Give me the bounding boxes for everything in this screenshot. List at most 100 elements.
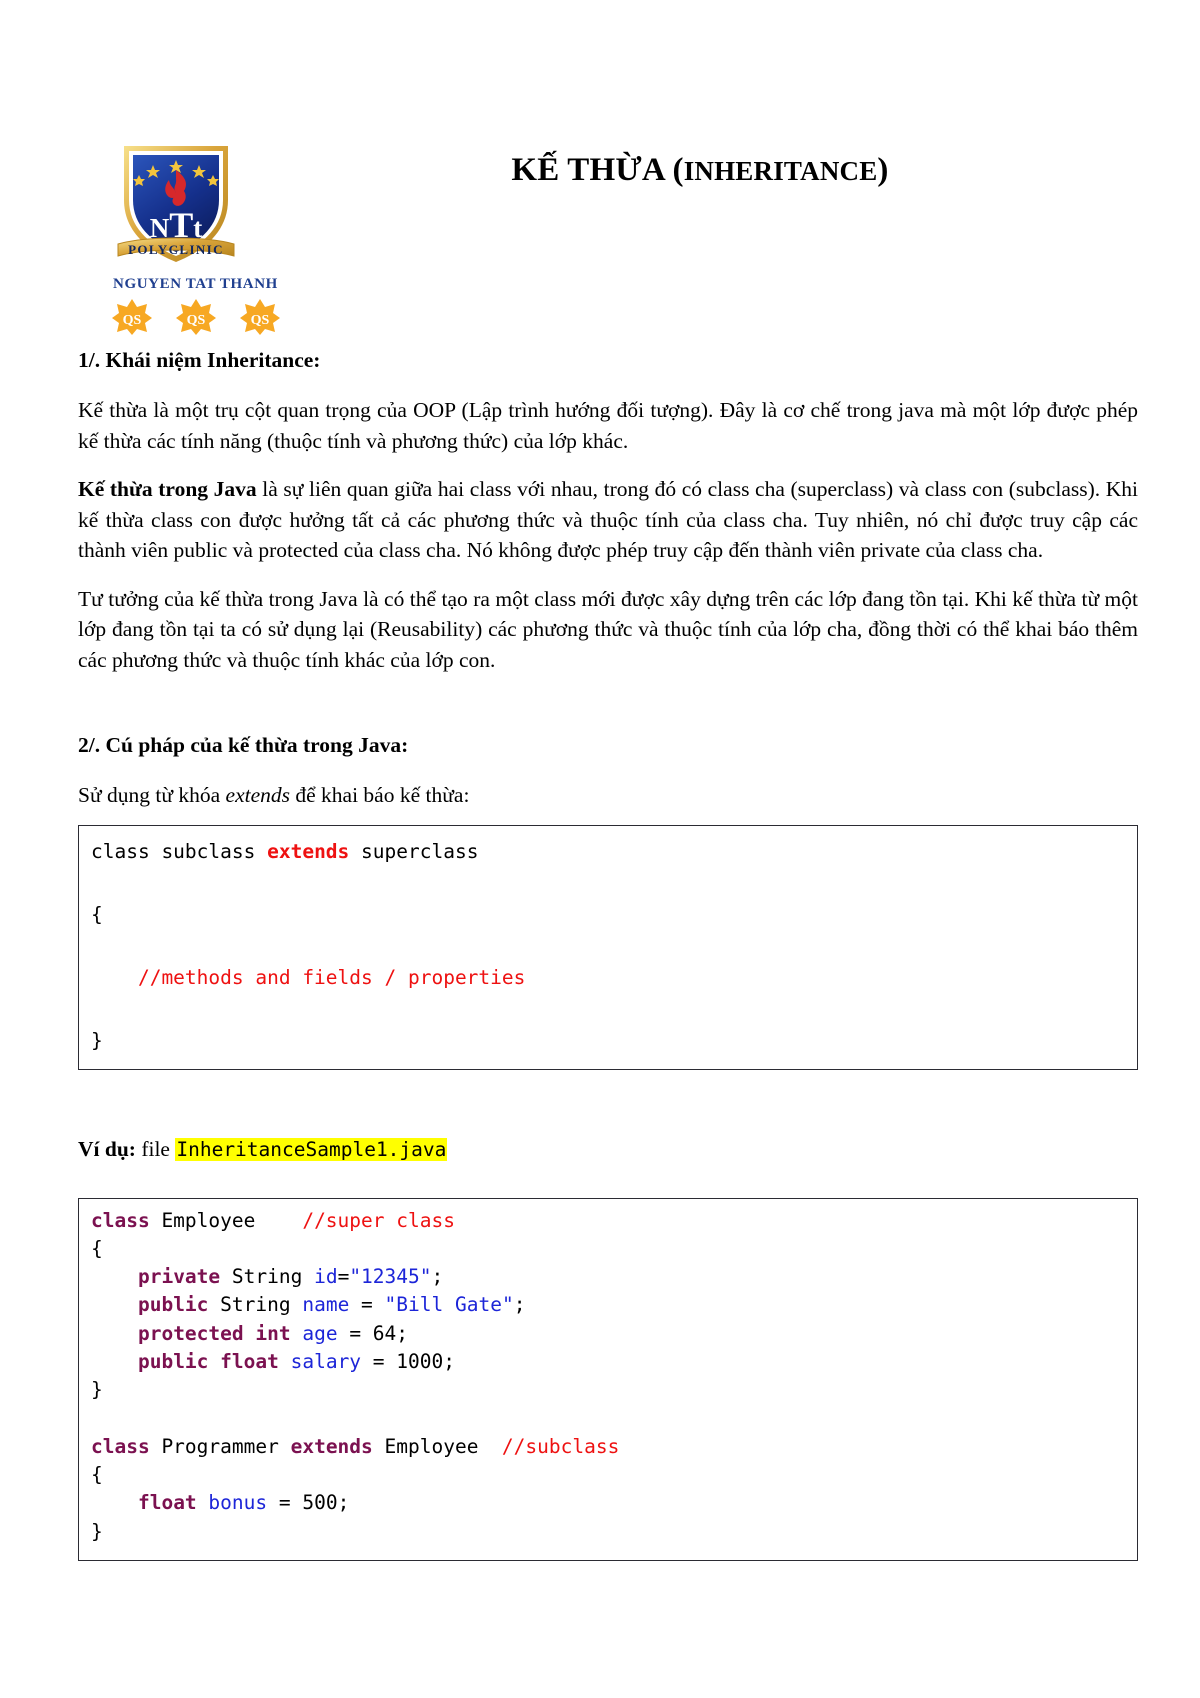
code-line: //methods and fields / properties — [91, 962, 1125, 994]
code-token: Employee — [372, 1434, 502, 1458]
document-page: NTt POLYCLINIC NGUYEN TAT THANH QS QS QS… — [0, 0, 1200, 1698]
code-token: } — [91, 1378, 103, 1402]
qs-star-icon: QS — [176, 299, 216, 335]
code-line: } — [91, 1518, 1125, 1546]
code-token: = — [337, 1265, 350, 1289]
code-token: superclass — [349, 839, 479, 863]
syntax-intro-line: Sử dụng từ khóa extends để khai báo kế t… — [78, 780, 1138, 811]
syntax-intro-after: để khai báo kế thừa: — [290, 783, 470, 808]
code-token: { — [91, 1236, 103, 1260]
code-token: = — [349, 1293, 385, 1317]
paragraph-inheritance-intro: Kế thừa là một trụ cột quan trọng của OO… — [78, 395, 1138, 456]
syntax-intro-before: Sử dụng từ khóa — [78, 783, 226, 808]
paragraph-text: Tư tưởng của kế thừa trong Java là có th… — [78, 586, 1138, 672]
code-token: public float — [137, 1350, 279, 1374]
svg-text:QS: QS — [187, 313, 206, 328]
svg-text:QS: QS — [251, 313, 270, 328]
code-token: ; — [513, 1293, 526, 1317]
qs-star-icon: QS — [240, 299, 280, 335]
code-line: private String id="12345"; — [91, 1263, 1125, 1291]
code-token: { — [91, 1463, 103, 1487]
example-code-block: class Employee //super class{ private St… — [78, 1197, 1138, 1561]
code-token: id — [314, 1265, 338, 1289]
document-content: 1/. Khái niệm Inheritance: Kế thừa là mộ… — [78, 348, 1138, 1561]
qs-badge: QS — [239, 298, 281, 336]
code-token: ; — [431, 1265, 444, 1289]
code-line: class Employee //super class — [91, 1207, 1125, 1235]
qs-badge: QS — [175, 298, 217, 336]
code-token: class subclass — [91, 839, 268, 863]
svg-text:POLYCLINIC: POLYCLINIC — [128, 242, 224, 257]
extends-keyword-text: extends — [225, 783, 290, 808]
code-token: //subclass — [501, 1434, 620, 1458]
code-token: protected int — [137, 1321, 291, 1345]
code-token: //super class — [302, 1208, 455, 1232]
code-token: } — [91, 1029, 103, 1053]
syntax-code-block: class subclass extends superclass { //me… — [78, 824, 1138, 1070]
code-token: = 1000; — [361, 1350, 455, 1374]
code-token: //methods and fields / properties — [91, 965, 526, 989]
code-token: public — [137, 1293, 209, 1317]
code-token: "12345" — [349, 1265, 432, 1289]
section-heading-1: 1/. Khái niệm Inheritance: — [78, 348, 321, 372]
code-token: } — [91, 1519, 103, 1543]
code-token: = 500; — [267, 1491, 350, 1515]
code-line: public String name = "Bill Gate"; — [91, 1291, 1125, 1319]
code-line: public float salary = 1000; — [91, 1348, 1125, 1376]
code-line: { — [91, 899, 1125, 931]
code-line: { — [91, 1461, 1125, 1489]
code-line: } — [91, 1376, 1125, 1404]
code-token: age — [302, 1321, 338, 1345]
code-token: { — [91, 902, 103, 926]
example-before-file: file — [135, 1137, 176, 1162]
section-heading-2: 2/. Cú pháp của kế thừa trong Java: — [78, 733, 409, 758]
paragraph-lead-bold: Kế thừa trong Java — [78, 477, 257, 502]
code-token: = 64; — [337, 1321, 409, 1345]
code-token: private — [137, 1265, 221, 1289]
code-token: class — [91, 1434, 150, 1458]
paragraph-reusability: Tư tưởng của kế thừa trong Java là có th… — [78, 584, 1138, 676]
example-label: Ví dụ: — [78, 1137, 136, 1162]
code-line: } — [91, 1025, 1125, 1057]
qs-star-icon: QS — [112, 299, 152, 335]
paragraph-text: Kế thừa là một trụ cột quan trọng của OO… — [78, 398, 1138, 453]
page-title-main: KẾ THỪA ( — [511, 152, 684, 188]
page-title: KẾ THỪA (INHERITANCE) — [330, 152, 1070, 189]
code-line: { — [91, 1235, 1125, 1263]
example-file-name: InheritanceSample1.java — [175, 1138, 448, 1162]
example-file-line: Ví dụ: file InheritanceSample1.java — [78, 1137, 1138, 1162]
qs-badge-row: QS QS QS — [86, 298, 306, 336]
code-line: class Programmer extends Employee //subc… — [91, 1433, 1125, 1461]
code-token: name — [302, 1293, 350, 1317]
paragraph-inheritance-java: Kế thừa trong Java là sự liên quan giữa … — [78, 474, 1138, 566]
code-token: extends — [290, 1434, 373, 1458]
code-line: float bonus = 500; — [91, 1489, 1125, 1517]
institution-logo: NTt POLYCLINIC NGUYEN TAT THANH QS QS QS — [78, 132, 313, 335]
code-token: bonus — [208, 1491, 268, 1515]
code-token: Employee — [149, 1208, 303, 1232]
shield-crest-icon: NTt POLYCLINIC — [117, 146, 235, 262]
code-token: float — [137, 1491, 197, 1515]
svg-text:QS: QS — [123, 313, 142, 328]
code-token: extends — [267, 839, 350, 863]
qs-badge: QS — [111, 298, 153, 336]
code-token: salary — [290, 1350, 362, 1374]
page-title-caps: INHERITANCE — [683, 156, 878, 186]
code-line: protected int age = 64; — [91, 1320, 1125, 1348]
code-line: class subclass extends superclass — [91, 836, 1125, 868]
code-token: String — [208, 1293, 303, 1317]
organization-name: NGUYEN TAT THANH — [113, 276, 278, 292]
code-token: Programmer — [149, 1434, 291, 1458]
